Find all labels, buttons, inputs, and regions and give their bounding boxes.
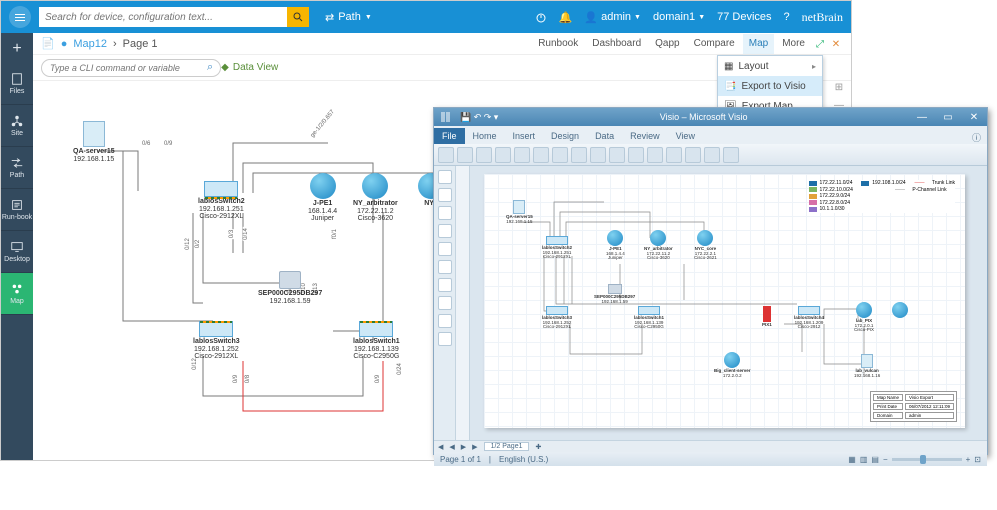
node-qa-server[interactable]: QA-server15 192.168.1.15 xyxy=(73,121,115,163)
maximize-button[interactable]: ▭ xyxy=(935,109,961,125)
user-icon: 👤 xyxy=(584,11,598,24)
visio-titlebar[interactable]: 💾 ↶ ↷ ▾ Visio – Microsoft Visio — ▭ ✕ xyxy=(434,108,987,126)
node-switch2[interactable]: lablosSwitch2 192.168.1.251 Cisco-2912XL xyxy=(198,181,245,221)
ribbon-help-icon[interactable]: ⓘ xyxy=(966,131,987,144)
doc-icon: 📄 xyxy=(41,37,55,50)
sidebar-item-path[interactable]: Path xyxy=(1,147,33,189)
visio-ribbon: File Home Insert Design Data Review View… xyxy=(434,126,987,144)
breadcrumb-map[interactable]: Map12 xyxy=(73,38,107,50)
dropdown-layout[interactable]: ▦Layout▸ xyxy=(718,56,822,76)
sidebar-item-map[interactable]: Map xyxy=(1,273,33,315)
ribbon-insert[interactable]: Insert xyxy=(505,128,544,144)
quick-access[interactable]: 💾 ↶ ↷ ▾ xyxy=(460,112,498,123)
topbar: ⇄ Path ▼ 🔔 👤 admin ▼ domain1 ▼ 77 Device… xyxy=(1,1,851,33)
visio-toolbar xyxy=(434,144,987,166)
help-icon[interactable]: ? xyxy=(784,11,790,23)
visio-status-bar: Page 1 of 1 | English (U.S.) ▦ ▥ ▤ − + ⊡ xyxy=(434,452,987,466)
sidebar-item-runbook[interactable]: Run-book xyxy=(1,189,33,231)
ribbon-home[interactable]: Home xyxy=(465,128,505,144)
tab-qapp[interactable]: Qapp xyxy=(649,34,685,54)
visio-shapes-panel[interactable] xyxy=(434,166,456,440)
brand-logo: netBrain xyxy=(802,10,843,25)
global-search xyxy=(39,7,309,27)
tab-runbook[interactable]: Runbook xyxy=(532,34,584,54)
cli-input[interactable] xyxy=(41,59,221,77)
node-switch3[interactable]: lablosSwitch3 192.168.1.252 Cisco-2912XL xyxy=(193,321,240,361)
ribbon-view[interactable]: View xyxy=(668,128,703,144)
tab-more[interactable]: More xyxy=(776,34,811,54)
breadcrumb-page: Page 1 xyxy=(123,38,158,50)
ribbon-file[interactable]: File xyxy=(434,128,465,144)
ribbon-review[interactable]: Review xyxy=(622,128,668,144)
user-label: admin xyxy=(601,11,631,23)
path-button[interactable]: ⇄ Path ▼ xyxy=(325,11,372,24)
sidebar-add[interactable]: + xyxy=(1,35,33,63)
data-view-button[interactable]: ◆ Data View xyxy=(221,62,278,73)
visio-canvas[interactable]: 172.22.11.0/24 192.108.1.0/24 —— Trunk L… xyxy=(470,166,987,440)
search-button[interactable] xyxy=(287,7,309,27)
zoom-slider[interactable] xyxy=(892,458,962,461)
search-icon[interactable]: ⌕ xyxy=(207,61,213,74)
context-tabs: Runbook Dashboard Qapp Compare Map More … xyxy=(532,33,843,55)
domain-label: domain1 xyxy=(653,11,695,23)
app-root: ⇄ Path ▼ 🔔 👤 admin ▼ domain1 ▼ 77 Device… xyxy=(0,0,852,461)
tab-map[interactable]: Map xyxy=(743,34,774,54)
data-view-icon: ◆ xyxy=(221,62,229,73)
left-sidebar: + Files Site Path Run-book Desktop Map xyxy=(1,33,33,460)
bell-icon[interactable]: 🔔 xyxy=(559,11,573,24)
visio-title: Visio – Microsoft Visio xyxy=(498,112,909,122)
close-button[interactable]: ✕ xyxy=(961,109,987,125)
dropdown-export-visio[interactable]: 📑Export to Visio xyxy=(718,76,822,96)
tab-compare[interactable]: Compare xyxy=(688,34,741,54)
visio-info-table: Map NameVisio Export Print Date06/07/201… xyxy=(870,391,957,422)
search-input[interactable] xyxy=(39,7,287,27)
visio-legend: 172.22.11.0/24 192.108.1.0/24 —— Trunk L… xyxy=(809,180,956,213)
close-icon[interactable]: ✕ xyxy=(829,39,843,50)
tab-dashboard[interactable]: Dashboard xyxy=(586,34,647,54)
sidebar-item-files[interactable]: Files xyxy=(1,63,33,105)
node-ny-arb[interactable]: NY_arbitrator 172.22.11.2 Cisco-3620 xyxy=(353,173,398,223)
path-label: Path xyxy=(338,11,361,23)
user-menu[interactable]: 👤 admin ▼ xyxy=(584,11,641,24)
ribbon-design[interactable]: Design xyxy=(543,128,587,144)
node-sep[interactable]: SEP000C295DB297 192.168.1.59 xyxy=(258,271,322,305)
visio-page[interactable]: 172.22.11.0/24 192.108.1.0/24 —— Trunk L… xyxy=(484,174,965,428)
ribbon-data[interactable]: Data xyxy=(587,128,622,144)
sidebar-item-desktop[interactable]: Desktop xyxy=(1,231,33,273)
domain-menu[interactable]: domain1 ▼ xyxy=(653,11,705,23)
main-menu-button[interactable] xyxy=(9,6,31,28)
visio-app-icon xyxy=(434,112,456,122)
zoom-in-icon[interactable]: + xyxy=(966,455,971,464)
node-jpe1[interactable]: J-PE1 168.1.4.4 Juniper xyxy=(308,173,337,223)
view-mode-icon[interactable]: ▦ xyxy=(848,455,856,464)
chevron-down-icon: ▼ xyxy=(365,14,372,21)
visio-page-bar[interactable]: ◀◀▶▶ 1/2 Page1 ✚ xyxy=(434,440,987,452)
path-icon: ⇄ xyxy=(325,11,334,24)
sidebar-item-site[interactable]: Site xyxy=(1,105,33,147)
minimize-button[interactable]: — xyxy=(909,109,935,125)
visio-window[interactable]: 💾 ↶ ↷ ▾ Visio – Microsoft Visio — ▭ ✕ Fi… xyxy=(433,107,988,455)
tool-button[interactable] xyxy=(438,147,454,163)
node-switch1[interactable]: lablosSwitch1 192.168.1.139 Cisco-C2950G xyxy=(353,321,400,361)
fit-icon[interactable]: ⊡ xyxy=(974,455,981,464)
zoom-out-icon[interactable]: − xyxy=(883,455,888,464)
stopwatch-icon[interactable] xyxy=(535,11,547,23)
devices-count[interactable]: 77 Devices xyxy=(717,11,771,23)
expand-icon[interactable]: ⤢ xyxy=(813,39,827,50)
visio-ruler xyxy=(456,166,470,440)
